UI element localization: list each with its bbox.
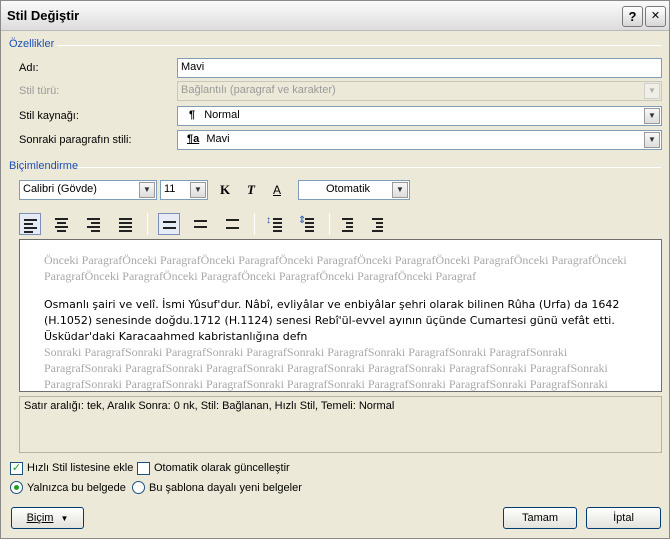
ok-button[interactable]: Tamam: [503, 507, 577, 529]
sample-paragraph-line: (H.1052) senesinde doğdu.1712 (H.1124) s…: [44, 314, 615, 327]
sample-paragraph-line: Osmanlı şairi ve velî. İsmi Yûsuf'dur. N…: [44, 298, 620, 311]
double-spacing-icon: [226, 219, 239, 231]
font-name-select[interactable]: Calibri (Gövde) ▼: [19, 180, 157, 200]
spacing-arrows-icon: ↕: [266, 215, 271, 226]
format-menu-button[interactable]: Biçim ▼: [11, 507, 84, 529]
chevron-down-icon: ▼: [60, 514, 69, 523]
name-input-value: Mavi: [181, 61, 205, 73]
style-description: Satır aralığı: tek, Aralık Sonra: 0 nk, …: [19, 396, 662, 453]
next-style-value: Mavi: [206, 133, 230, 145]
new-documents-label: Bu şablona dayalı yeni belgeler: [149, 482, 302, 494]
chevron-down-icon[interactable]: ▼: [392, 182, 408, 198]
properties-divider: [57, 45, 661, 46]
based-on-label: Stil kaynağı:: [19, 110, 79, 122]
align-left-icon: [24, 219, 37, 235]
next-paragraph-line: ParagrafSonraki ParagrafSonraki Paragraf…: [44, 377, 608, 391]
sample-paragraph-line: Üsküdar'daki Karacaahmed kabristanlığına…: [44, 330, 308, 343]
dialog-title: Stil Değiştir: [7, 8, 80, 23]
italic-button[interactable]: T: [240, 179, 262, 201]
underline-button[interactable]: A: [266, 179, 288, 201]
style-description-text: Satır aralığı: tek, Aralık Sonra: 0 nk, …: [24, 400, 395, 412]
single-spacing-icon: [163, 221, 176, 231]
format-button-label: Biçim: [26, 512, 54, 524]
next-paragraph-line: Sonraki ParagrafSonraki ParagrafSonraki …: [44, 345, 568, 359]
justify-icon: [119, 218, 132, 234]
formatting-section-label: Biçimlendirme: [9, 160, 79, 172]
properties-section-label: Özellikler: [9, 38, 55, 50]
linked-style-icon: ¶a: [187, 133, 200, 145]
chevron-down-icon[interactable]: ▼: [644, 132, 660, 148]
style-type-label: Stil türü:: [19, 85, 60, 97]
checkmark-icon: ✓: [11, 462, 22, 474]
previous-paragraph-line: Önceki ParagrafÖnceki ParagrafÖnceki Par…: [44, 253, 627, 267]
title-bar[interactable]: Stil Değiştir ? ✕: [1, 1, 669, 31]
spacing-arrows-icon: ⇕: [298, 215, 307, 226]
help-button[interactable]: ?: [622, 6, 643, 27]
modify-style-dialog: Stil Değiştir ? ✕ Özellikler Adı: Mavi S…: [0, 0, 670, 539]
align-right-icon: [87, 218, 100, 234]
chevron-down-icon[interactable]: ▼: [190, 182, 206, 198]
radio-selected-icon: [14, 485, 19, 490]
increase-indent-button[interactable]: [367, 213, 389, 235]
paragraph-mark-icon: ¶: [189, 109, 196, 121]
decrease-indent-button[interactable]: [335, 213, 357, 235]
new-documents-radio[interactable]: [132, 481, 145, 494]
style-type-value: Bağlantılı (paragraf ve karakter): [181, 84, 336, 96]
auto-update-label: Otomatik olarak güncelleştir: [154, 462, 290, 474]
increase-spacing-icon: [273, 218, 286, 234]
chevron-down-icon[interactable]: ▼: [644, 108, 660, 124]
next-paragraph-line: ParagrafSonraki ParagrafSonraki Paragraf…: [44, 361, 608, 375]
single-spacing-button[interactable]: [158, 213, 180, 235]
bold-button[interactable]: K: [214, 179, 236, 201]
justify-button[interactable]: [115, 213, 137, 235]
formatting-divider: [77, 167, 661, 168]
style-type-select: Bağlantılı (paragraf ve karakter) ▼: [177, 81, 662, 101]
align-right-button[interactable]: [83, 213, 105, 235]
cancel-button[interactable]: İptal: [586, 507, 661, 529]
style-preview: Önceki ParagrafÖnceki ParagrafÖnceki Par…: [19, 239, 662, 392]
quick-style-label: Hızlı Stil listesine ekle: [27, 462, 134, 474]
previous-paragraph-line: ParagrafÖnceki ParagrafÖnceki ParagrafÖn…: [44, 269, 477, 283]
toolbar-separator: [329, 213, 330, 235]
font-name-value: Calibri (Gövde): [23, 183, 97, 195]
font-color-select[interactable]: Otomatik ▼: [298, 180, 410, 200]
double-spacing-button[interactable]: [222, 213, 244, 235]
decrease-indent-icon: [342, 218, 355, 234]
this-document-radio[interactable]: [10, 481, 23, 494]
toolbar-separator: [254, 213, 255, 235]
align-center-button[interactable]: [51, 213, 73, 235]
increase-indent-icon: [372, 218, 385, 234]
auto-update-checkbox[interactable]: [137, 462, 150, 475]
quick-style-checkbox[interactable]: ✓: [10, 462, 23, 475]
increase-paragraph-spacing-button[interactable]: ↕: [265, 213, 287, 235]
this-document-label: Yalnızca bu belgede: [27, 482, 126, 494]
toolbar-separator: [147, 213, 148, 235]
one-half-spacing-icon: [194, 220, 207, 230]
based-on-value: Normal: [204, 109, 240, 121]
one-half-spacing-button[interactable]: [190, 213, 212, 235]
chevron-down-icon[interactable]: ▼: [139, 182, 155, 198]
decrease-spacing-icon: [305, 218, 318, 234]
name-input[interactable]: Mavi: [177, 58, 662, 78]
next-style-label: Sonraki paragrafın stili:: [19, 134, 132, 146]
align-left-button[interactable]: [19, 213, 41, 235]
close-button[interactable]: ✕: [645, 6, 666, 27]
chevron-down-icon: ▼: [644, 83, 660, 99]
align-center-icon: [55, 218, 68, 234]
font-size-value: 11: [164, 183, 176, 195]
font-size-select[interactable]: 11 ▼: [160, 180, 208, 200]
font-color-value: Otomatik: [326, 183, 371, 195]
name-label: Adı:: [19, 62, 39, 74]
decrease-paragraph-spacing-button[interactable]: ⇕: [297, 213, 319, 235]
based-on-select[interactable]: ¶ Normal ▼: [177, 106, 662, 126]
next-style-select[interactable]: ¶a Mavi ▼: [177, 130, 662, 150]
